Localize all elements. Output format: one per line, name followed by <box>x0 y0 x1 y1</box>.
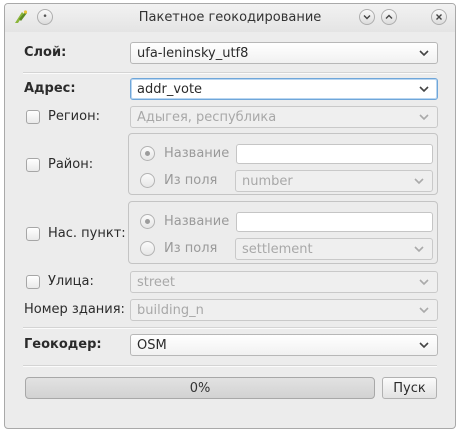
district-name-option: Название <box>164 146 230 161</box>
layer-label: Слой: <box>24 45 67 60</box>
geocoder-select-value: OSM <box>137 337 167 353</box>
chevron-down-icon <box>419 307 429 314</box>
district-field-select[interactable]: number <box>235 170 433 192</box>
close-button[interactable] <box>431 9 447 25</box>
street-label: Улица: <box>48 274 94 289</box>
street-select-value: street <box>137 274 176 290</box>
district-group: Название Из поля number <box>128 133 438 195</box>
separator <box>23 327 437 329</box>
district-field-value: number <box>242 173 293 189</box>
settlement-field-option: Из поля <box>164 241 218 256</box>
building-select[interactable]: building_n <box>130 299 438 321</box>
chevron-down-icon <box>419 342 429 349</box>
chevron-down-icon <box>419 50 429 57</box>
address-select-value: addr_vote <box>137 81 203 97</box>
settlement-field-value: settlement <box>242 241 313 257</box>
district-checkbox[interactable] <box>26 158 40 172</box>
district-field-option: Из поля <box>164 173 218 188</box>
chevron-down-icon <box>414 246 424 253</box>
building-select-value: building_n <box>137 302 204 318</box>
settlement-field-radio[interactable] <box>140 241 155 256</box>
settlement-checkbox[interactable] <box>26 227 40 241</box>
chevron-up-icon <box>385 14 393 19</box>
settlement-label: Нас. пункт: <box>48 226 126 241</box>
progress-bar: 0% <box>25 377 375 399</box>
geocoder-label: Геокодер: <box>24 337 102 352</box>
progress-text: 0% <box>189 380 211 396</box>
chevron-down-icon <box>419 279 429 286</box>
chevron-down-icon <box>419 114 429 121</box>
district-label: Район: <box>48 157 94 172</box>
dialog-window: • Пакетное геокодирование Слой: ufa-leni… <box>4 3 456 429</box>
building-label: Номер здания: <box>24 302 125 317</box>
chevron-down-icon <box>414 178 424 185</box>
close-icon <box>436 14 442 20</box>
address-select[interactable]: addr_vote <box>130 78 438 100</box>
layer-select-value: ufa-leninsky_utf8 <box>137 45 249 61</box>
separator <box>23 72 437 74</box>
settlement-field-select[interactable]: settlement <box>235 238 433 260</box>
settlement-name-radio[interactable] <box>140 214 155 229</box>
title-bar: • Пакетное геокодирование <box>5 4 455 32</box>
minimize-button[interactable] <box>359 9 375 25</box>
region-label: Регион: <box>48 109 100 124</box>
region-select[interactable]: Адыгея, республика <box>130 106 438 128</box>
separator <box>23 365 437 367</box>
address-label: Адрес: <box>24 81 76 96</box>
chevron-down-icon <box>419 86 429 93</box>
chevron-down-icon <box>363 15 371 20</box>
region-checkbox[interactable] <box>26 110 40 124</box>
settlement-name-option: Название <box>164 214 230 229</box>
settlement-name-input[interactable] <box>236 212 433 232</box>
district-field-radio[interactable] <box>140 173 155 188</box>
maximize-button[interactable] <box>381 9 397 25</box>
street-select[interactable]: street <box>130 271 438 293</box>
region-select-value: Адыгея, республика <box>137 109 277 125</box>
settlement-group: Название Из поля settlement <box>128 201 438 264</box>
start-button[interactable]: Пуск <box>382 377 437 399</box>
layer-select[interactable]: ufa-leninsky_utf8 <box>130 42 438 64</box>
district-name-radio[interactable] <box>140 146 155 161</box>
district-name-input[interactable] <box>236 144 433 164</box>
geocoder-select[interactable]: OSM <box>130 334 438 356</box>
street-checkbox[interactable] <box>26 275 40 289</box>
